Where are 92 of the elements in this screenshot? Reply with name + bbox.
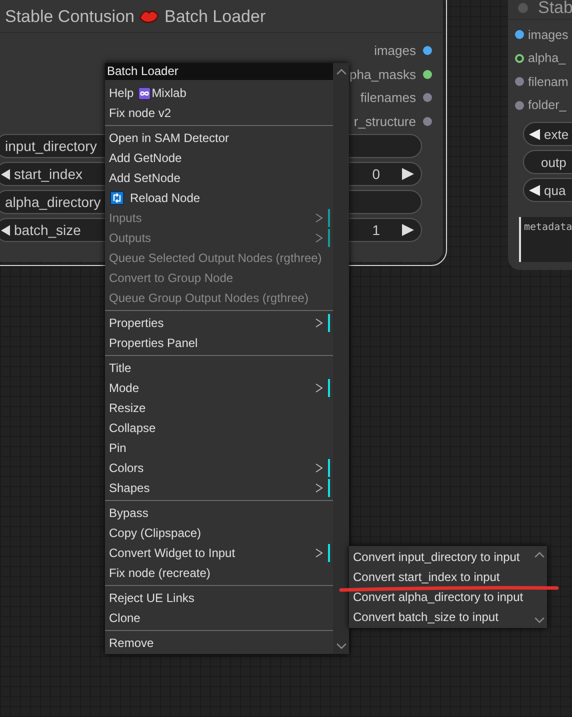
menu-item-label: Mode [109, 381, 140, 395]
output-label: filenames [360, 90, 416, 106]
output-dot[interactable] [423, 116, 432, 126]
output-dot[interactable] [423, 46, 432, 56]
menu-item-label: Colors [109, 461, 144, 475]
menu-item-label: Pin [109, 441, 126, 455]
output-label: filenam [528, 74, 568, 89]
menu-item[interactable]: Bypass [105, 503, 333, 523]
menu-item-label: Title [109, 361, 132, 375]
node-title: Batch Loader [164, 7, 266, 27]
output-label: pha_masks [350, 66, 416, 82]
menu-item-label: Add SetNode [109, 171, 180, 185]
output-dot[interactable] [423, 93, 432, 102]
decrement-icon[interactable] [1, 224, 10, 236]
menu-item[interactable]: Fix node v2 [105, 103, 333, 123]
infinity-icon [138, 86, 151, 100]
menu-item[interactable]: Resize [105, 398, 333, 418]
scroll-down-icon[interactable] [534, 617, 544, 624]
menu-item[interactable]: Mode [105, 378, 333, 398]
menu-item-label: Collapse [109, 421, 156, 435]
menu-item[interactable]: Pin [105, 438, 333, 458]
metadata-textarea[interactable]: metadata [519, 217, 572, 262]
widget-field[interactable]: exte [523, 122, 572, 146]
menu-item-label: Clone [109, 611, 140, 625]
menu-item[interactable]: Colors [105, 458, 333, 478]
output-dot[interactable] [515, 54, 524, 63]
increment-icon[interactable] [402, 224, 414, 236]
menu-item-label: Inputs [109, 211, 142, 225]
node-title: Stable Contusion [5, 7, 134, 27]
menu-item[interactable]: Properties [105, 313, 333, 333]
menu-item[interactable]: Clone [105, 608, 333, 628]
menu-item[interactable]: Open in SAM Detector [105, 128, 333, 148]
output-label: r_structure [354, 114, 416, 129]
widget-field[interactable]: qua [523, 178, 572, 202]
menu-item[interactable]: Help Mixlab [105, 83, 333, 103]
menu-item-label: Reload Node [130, 191, 200, 205]
widget-field[interactable]: outp [523, 150, 572, 174]
menu-item-label: Open in SAM Detector [109, 131, 230, 145]
menu-item[interactable]: Remove [105, 633, 333, 653]
collapse-dot-icon[interactable] [518, 2, 528, 12]
menu-item-label: Resize [109, 401, 146, 415]
menu-item[interactable]: Collapse [105, 418, 333, 438]
menu-item-label: Shapes [109, 481, 150, 495]
menu-item[interactable]: Convert Widget to Input [105, 543, 333, 563]
menu-item[interactable]: Properties Panel [105, 333, 333, 353]
menu-item-label: Queue Group Output Nodes (rgthree) [109, 291, 308, 305]
menu-item-label: Convert to Group Node [109, 271, 234, 285]
menu-item[interactable]: Add GetNode [105, 148, 333, 168]
menu-item[interactable]: Reload Node [105, 188, 333, 208]
output-dot[interactable] [423, 70, 432, 79]
menu-item-label: Convert Widget to Input [109, 546, 236, 560]
increment-icon[interactable] [402, 168, 414, 180]
scroll-down-icon[interactable] [336, 643, 346, 650]
node-title: Stab [538, 0, 572, 18]
scroll-up-icon[interactable] [336, 68, 346, 75]
menu-item-label: Fix node v2 [109, 106, 172, 120]
menu-item[interactable]: Shapes [105, 478, 333, 498]
output-label: images [528, 28, 568, 42]
menu-item-label: Mixlab [152, 86, 186, 100]
menu-item[interactable]: Copy (Clipspace) [105, 523, 333, 543]
output-dot[interactable] [515, 30, 524, 40]
decrement-icon[interactable] [1, 168, 10, 180]
output-dot[interactable] [515, 77, 524, 86]
output-label: alpha_ [528, 51, 566, 66]
menu-item-label: Reject UE Links [109, 591, 194, 605]
output-label: images [374, 43, 416, 58]
reload-icon [110, 191, 124, 205]
menu-item-label: Help [109, 86, 134, 100]
menu-item-label: Bypass [109, 506, 148, 520]
menu-item-label: Properties Panel [109, 336, 198, 350]
output-dot[interactable] [515, 100, 524, 110]
menu-item[interactable]: Title [105, 358, 333, 378]
scroll-up-icon[interactable] [534, 551, 544, 558]
menu-item[interactable]: Convert input_directory to input [349, 547, 531, 567]
menu-item[interactable]: Convert start_index to input [349, 567, 531, 587]
menu-item-label: Properties [109, 316, 164, 330]
decrement-icon[interactable] [529, 128, 540, 140]
menu-item-label: Outputs [109, 231, 152, 245]
menu-item-label: Queue Selected Output Nodes (rgthree) [109, 251, 322, 265]
menu-title: Batch Loader [105, 63, 333, 80]
menu-item-label: Copy (Clipspace) [109, 526, 202, 540]
decrement-icon[interactable] [529, 184, 540, 196]
menu-item-label: Add GetNode [109, 151, 182, 165]
menu-item[interactable]: Convert batch_size to input [349, 607, 531, 627]
menu-item-label: Remove [109, 636, 154, 650]
menu-item-label: Fix node (recreate) [109, 566, 210, 580]
menu-item[interactable]: Reject UE Links [105, 588, 333, 608]
menu-item[interactable]: Add SetNode [105, 168, 333, 188]
menu-item[interactable]: Fix node (recreate) [105, 563, 333, 583]
output-label: folder_ [528, 98, 566, 112]
lips-icon [139, 9, 160, 25]
menu-item[interactable]: Convert alpha_directory to input [349, 587, 531, 607]
